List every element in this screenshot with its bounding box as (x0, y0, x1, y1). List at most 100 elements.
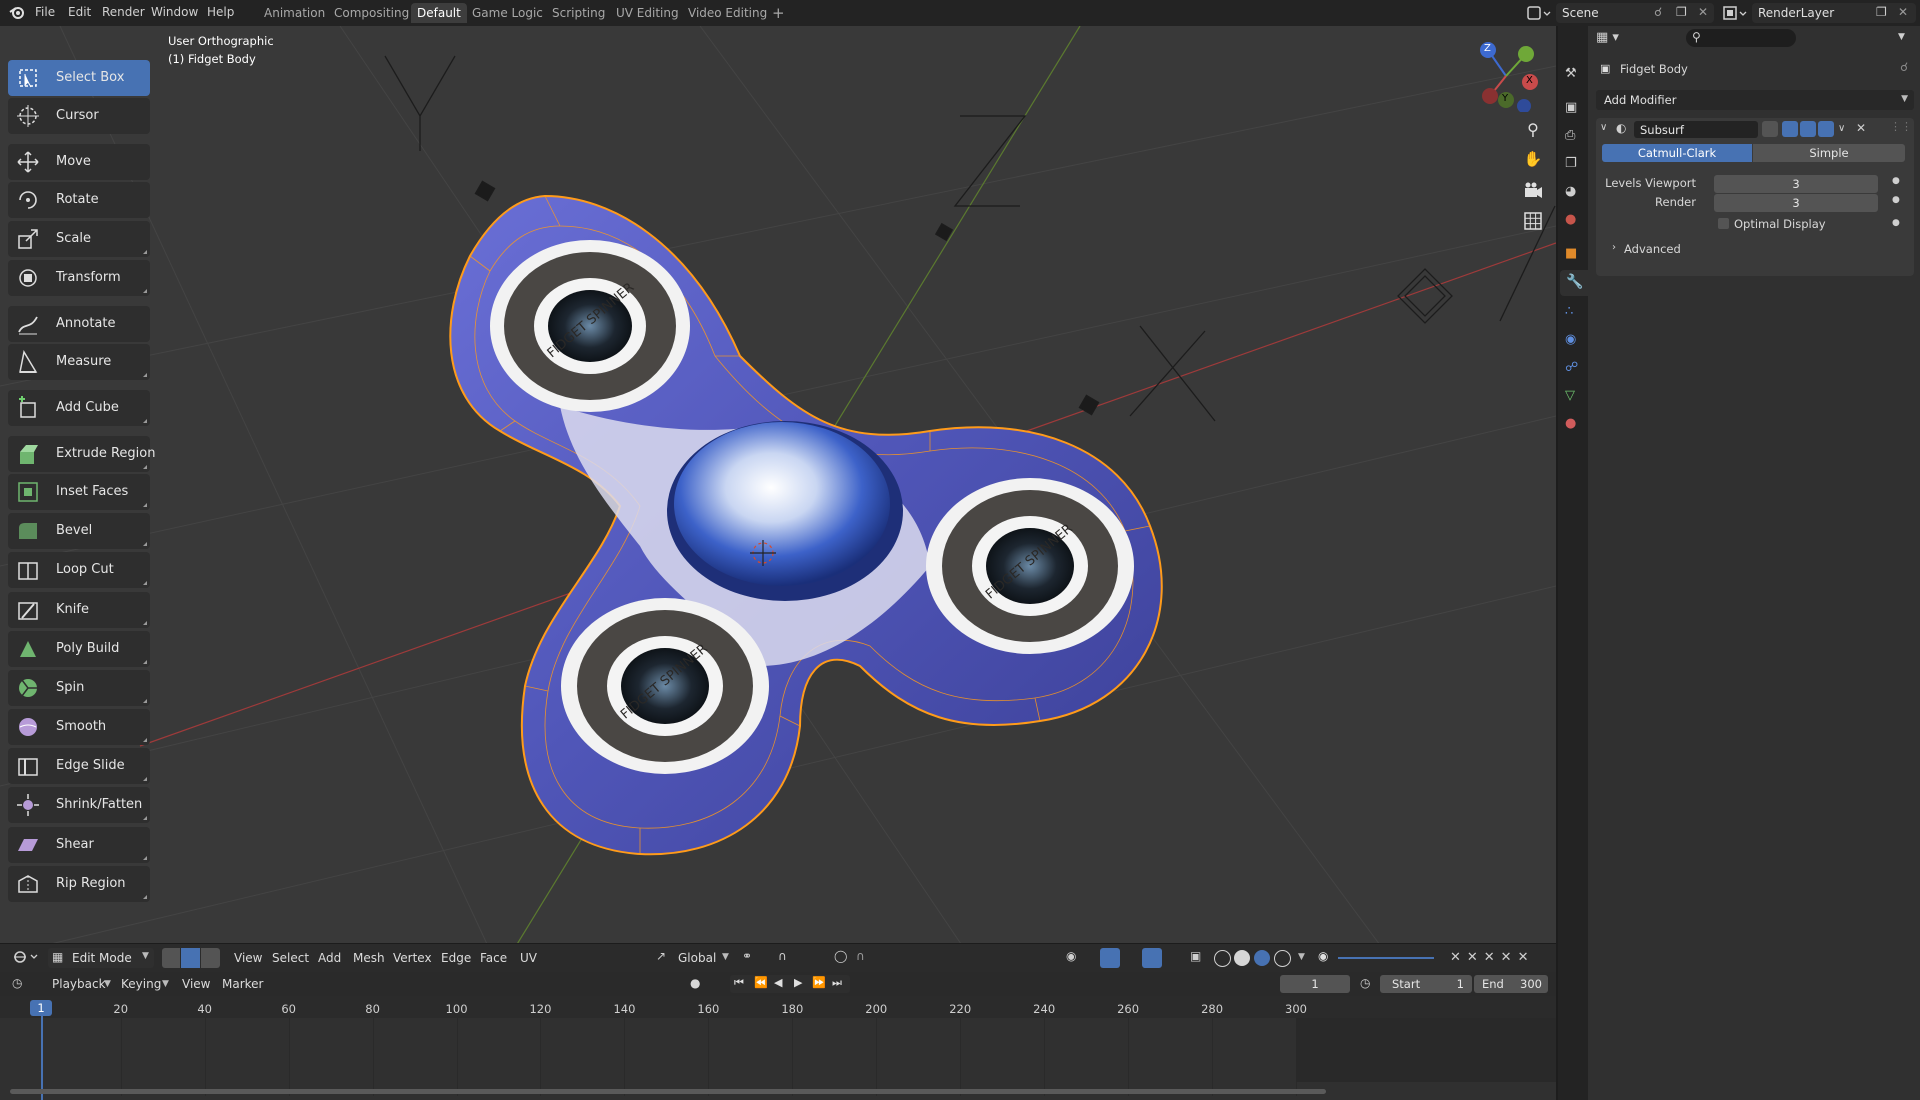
tab-game-logic[interactable]: Game Logic (466, 3, 549, 23)
cage-toggle-icon[interactable] (1782, 121, 1798, 137)
menu-keying[interactable]: Keying (121, 977, 161, 991)
tool-settings-icon[interactable]: ⚒ (1565, 66, 1581, 82)
menu-select[interactable]: Select (272, 951, 309, 965)
record-button[interactable]: ● (690, 976, 700, 990)
tool-variants-indicator[interactable] (143, 738, 147, 742)
gizmo-axis-x[interactable]: X (1526, 75, 1533, 86)
tool-edge-slide[interactable]: Edge Slide (8, 748, 150, 784)
menu-edge[interactable]: Edge (441, 951, 471, 965)
gizmo-axis-z[interactable]: Z (1484, 43, 1491, 54)
wireframe-shading-icon[interactable] (1214, 950, 1231, 967)
tool-move[interactable]: Move (8, 144, 150, 180)
edit-mode-toggle-icon[interactable] (1762, 121, 1778, 137)
prev-keyframe-icon[interactable]: ⏪ (754, 976, 768, 989)
menu-add[interactable]: Add (318, 951, 341, 965)
tool-variants-indicator[interactable] (143, 373, 147, 377)
optimal-display-checkbox[interactable] (1718, 218, 1729, 229)
menu-view[interactable]: View (234, 951, 262, 965)
close-icon[interactable]: ✕ (1856, 121, 1866, 135)
tab-video-editing[interactable]: Video Editing (682, 3, 773, 23)
rendered-shading-icon[interactable] (1274, 950, 1291, 967)
vertex-select-icon[interactable] (162, 948, 180, 968)
overlay-toggle-icon[interactable] (1142, 948, 1162, 968)
timeline-editor-icon[interactable]: ◷ (12, 976, 22, 990)
current-frame-field[interactable]: 1 (1280, 975, 1350, 993)
tool-variants-indicator[interactable] (143, 816, 147, 820)
copy-scene-icon[interactable]: ❐ (1676, 5, 1687, 19)
transform-orientation-icon[interactable]: ↗ (656, 949, 666, 963)
tool-knife[interactable]: Knife (8, 592, 150, 628)
face-select-icon[interactable] (201, 948, 220, 968)
timeline-ruler[interactable] (0, 996, 1556, 1018)
add-modifier-dropdown[interactable]: Add Modifier ▼ (1596, 90, 1914, 110)
navigation-gizmo[interactable]: Z Y X (1470, 40, 1542, 113)
advanced-subpanel[interactable]: Advanced (1624, 242, 1681, 256)
tool-poly-build[interactable]: Poly Build (8, 631, 150, 667)
menu-help[interactable]: Help (207, 5, 234, 19)
tool-variants-indicator[interactable] (143, 581, 147, 585)
chevron-down-icon[interactable]: ▼ (1898, 32, 1905, 42)
material-shading-icon[interactable] (1254, 950, 1270, 966)
proportional-edit-icon[interactable]: ◯ (834, 949, 847, 963)
properties-search-input[interactable]: ⚲ (1686, 29, 1796, 47)
constraints-properties-icon[interactable]: ☍ (1565, 360, 1581, 376)
chevron-down-icon[interactable]: ▼ (1298, 952, 1305, 962)
chevron-down-icon[interactable]: ∨ (1838, 123, 1845, 134)
solid-shading-icon[interactable] (1234, 950, 1250, 966)
end-frame-field[interactable]: End 300 (1474, 975, 1548, 993)
blender-logo-icon[interactable] (8, 3, 26, 24)
tool-variants-indicator[interactable] (143, 699, 147, 703)
menu-render[interactable]: Render (102, 5, 145, 19)
edge-select-icon[interactable] (181, 948, 200, 968)
zoom-icon[interactable]: ⚲ (1522, 120, 1544, 142)
tool-rip-region[interactable]: Rip Region (8, 866, 150, 902)
start-frame-field[interactable]: Start 1 (1380, 975, 1472, 993)
3d-viewport[interactable]: FIDGET SPINNER FIDGET SPINNER FIDGET SPI… (0, 26, 1556, 972)
tool-inset-faces[interactable]: Inset Faces (8, 474, 150, 510)
menu-face[interactable]: Face (480, 951, 507, 965)
menu-vertex[interactable]: Vertex (393, 951, 432, 965)
close-icon[interactable]: ✕ (1698, 5, 1708, 19)
play-reverse-icon[interactable]: ◀ (774, 976, 782, 989)
pivot-icon[interactable]: ⚭ (742, 949, 752, 963)
tab-uv-editing[interactable]: UV Editing (610, 3, 685, 23)
tool-scale[interactable]: Scale (8, 221, 150, 257)
tool-variants-indicator[interactable] (143, 895, 147, 899)
physics-properties-icon[interactable]: ◉ (1565, 332, 1581, 348)
visibility-icon[interactable]: ◉ (1066, 949, 1076, 963)
tool-rotate[interactable]: Rotate (8, 182, 150, 218)
play-icon[interactable]: ▶ (794, 976, 802, 989)
output-properties-icon[interactable]: ⎙ (1565, 128, 1581, 144)
editor-type-icon[interactable]: ▦ ▾ (1596, 30, 1619, 45)
add-workspace-button[interactable]: + (766, 3, 791, 23)
expand-chevron-icon[interactable]: › (1612, 242, 1616, 253)
perspective-grid-icon[interactable] (1522, 210, 1544, 232)
camera-view-icon[interactable] (1522, 180, 1544, 202)
tab-compositing[interactable]: Compositing (328, 3, 415, 23)
tool-select-box[interactable]: Select Box (8, 60, 150, 96)
keyframe-dot-icon[interactable]: ● (1892, 218, 1900, 228)
tool-bevel[interactable]: Bevel (8, 513, 150, 549)
playhead[interactable]: 1 (30, 1000, 52, 1016)
tool-annotate[interactable]: Annotate (8, 306, 150, 342)
modifier-name-field[interactable]: Subsurf (1634, 121, 1758, 138)
gizmo-axis-y[interactable]: Y (1502, 93, 1508, 104)
tool-transform[interactable]: Transform (8, 260, 150, 296)
timeline-editor[interactable]: ◷ Playback ▼ Keying ▼ View Marker ● ⏮ ⏪ … (0, 972, 1556, 1100)
object-properties-icon[interactable]: ■ (1565, 246, 1581, 262)
tab-default[interactable]: Default (411, 3, 467, 23)
pin-icon[interactable]: ☌ (1654, 5, 1662, 19)
falloff-icon[interactable]: ∩ (856, 949, 865, 963)
tool-loop-cut[interactable]: Loop Cut (8, 552, 150, 588)
pin-icon[interactable]: ☌ (1900, 60, 1908, 74)
chevron-down-icon[interactable]: ▼ (722, 952, 729, 962)
particles-properties-icon[interactable]: ∴ (1565, 304, 1581, 320)
tool-variants-indicator[interactable] (143, 856, 147, 860)
close-icon[interactable]: ✕ (1898, 5, 1908, 19)
tool-smooth[interactable]: Smooth (8, 709, 150, 745)
type-simple-button[interactable]: Simple (1753, 144, 1905, 162)
drag-handle-icon[interactable]: ⋮⋮ (1890, 120, 1912, 133)
eye-icon[interactable]: ◉ (1318, 949, 1328, 963)
menu-marker[interactable]: Marker (222, 977, 263, 991)
menu-mesh[interactable]: Mesh (353, 951, 385, 965)
